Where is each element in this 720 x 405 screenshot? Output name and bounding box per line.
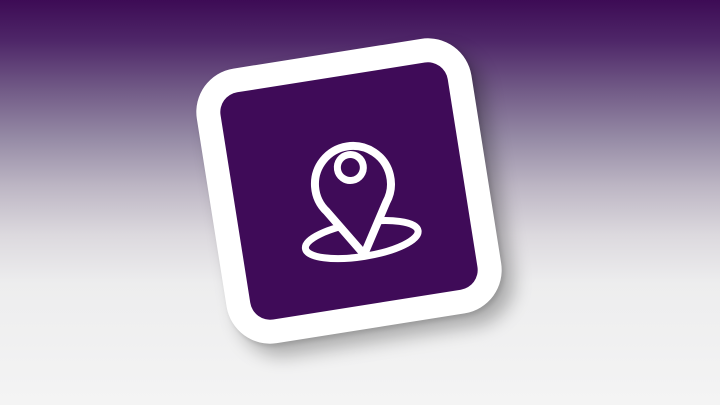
app-icon-inner-square — [217, 59, 481, 323]
map-location-pin-icon — [301, 141, 422, 263]
app-icon-tile[interactable] — [189, 31, 509, 351]
